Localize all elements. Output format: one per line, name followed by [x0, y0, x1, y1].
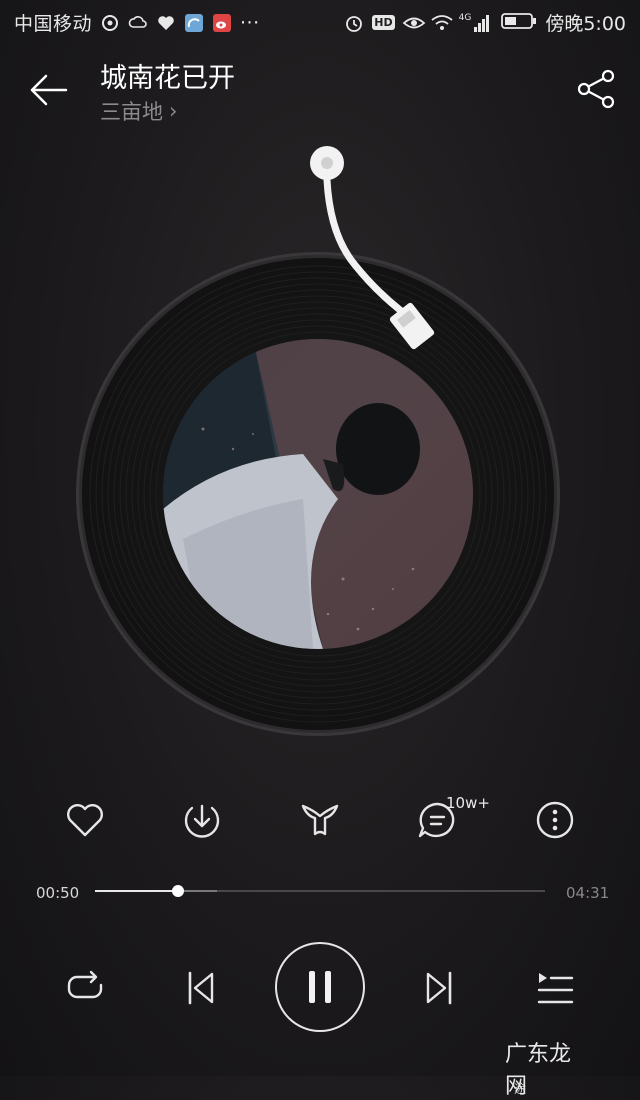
share-icon [577, 69, 615, 109]
next-button[interactable] [416, 963, 462, 1013]
carrier-name: 中国移动 [14, 13, 93, 35]
current-time: 00:50 [36, 884, 80, 902]
progress-played [95, 890, 178, 892]
network-type: 4G [458, 12, 472, 23]
hd-icon: HD [372, 15, 395, 30]
netease-icon [100, 13, 120, 33]
playlist-button[interactable] [530, 963, 580, 1013]
playlist-icon [537, 973, 574, 1004]
progress-thumb[interactable] [171, 885, 184, 897]
repeat-icon [67, 970, 103, 999]
album-cover [163, 339, 473, 649]
artist-link[interactable]: 三亩地 › [100, 96, 177, 126]
more-notifications: ··· [240, 11, 260, 34]
eye-icon [402, 13, 425, 33]
alarm-icon [344, 13, 364, 33]
previous-button[interactable] [178, 963, 224, 1013]
previous-icon [188, 971, 214, 1005]
song-title: 城南花已开 [100, 63, 235, 94]
more-button[interactable] [525, 790, 585, 850]
action-row [0, 790, 640, 850]
tonearm [300, 140, 460, 360]
pause-icon [309, 971, 331, 1003]
artist-name: 三亩地 [100, 100, 163, 124]
status-time: 傍晚5:00 [545, 13, 626, 35]
download-icon [184, 804, 220, 838]
chevron-right-icon: › [169, 99, 178, 123]
repeat-button[interactable] [60, 963, 110, 1013]
more-icon [536, 801, 574, 839]
signal-icon [473, 13, 493, 33]
watermark-sub: 途 [514, 1082, 527, 1096]
total-time: 04:31 [566, 884, 610, 902]
tonearm-graphic [310, 146, 435, 350]
watermark: 广东龙网 途 [505, 1036, 592, 1100]
heart-icon [67, 804, 103, 837]
album-art [163, 339, 473, 649]
share-button[interactable] [576, 68, 618, 110]
comment-count-badge: 10w+ [446, 794, 490, 812]
weibo-icon [212, 13, 232, 33]
battery-icon [501, 12, 537, 34]
next-icon [426, 971, 452, 1005]
heart-rate-icon [156, 13, 176, 33]
like-button[interactable] [55, 790, 115, 850]
sound-effect-button[interactable] [290, 790, 350, 850]
download-button[interactable] [172, 790, 232, 850]
status-bar: 中国移动 ··· HD 4G 傍晚5:00 [0, 0, 640, 44]
arrow-left-icon [30, 74, 68, 106]
back-button[interactable] [28, 70, 72, 110]
pause-button[interactable] [275, 942, 365, 1032]
cloud-icon [128, 13, 148, 33]
wifi-icon [431, 13, 453, 33]
progress-bar[interactable] [95, 885, 545, 897]
effect-icon [301, 804, 339, 836]
app-icon [184, 13, 204, 33]
